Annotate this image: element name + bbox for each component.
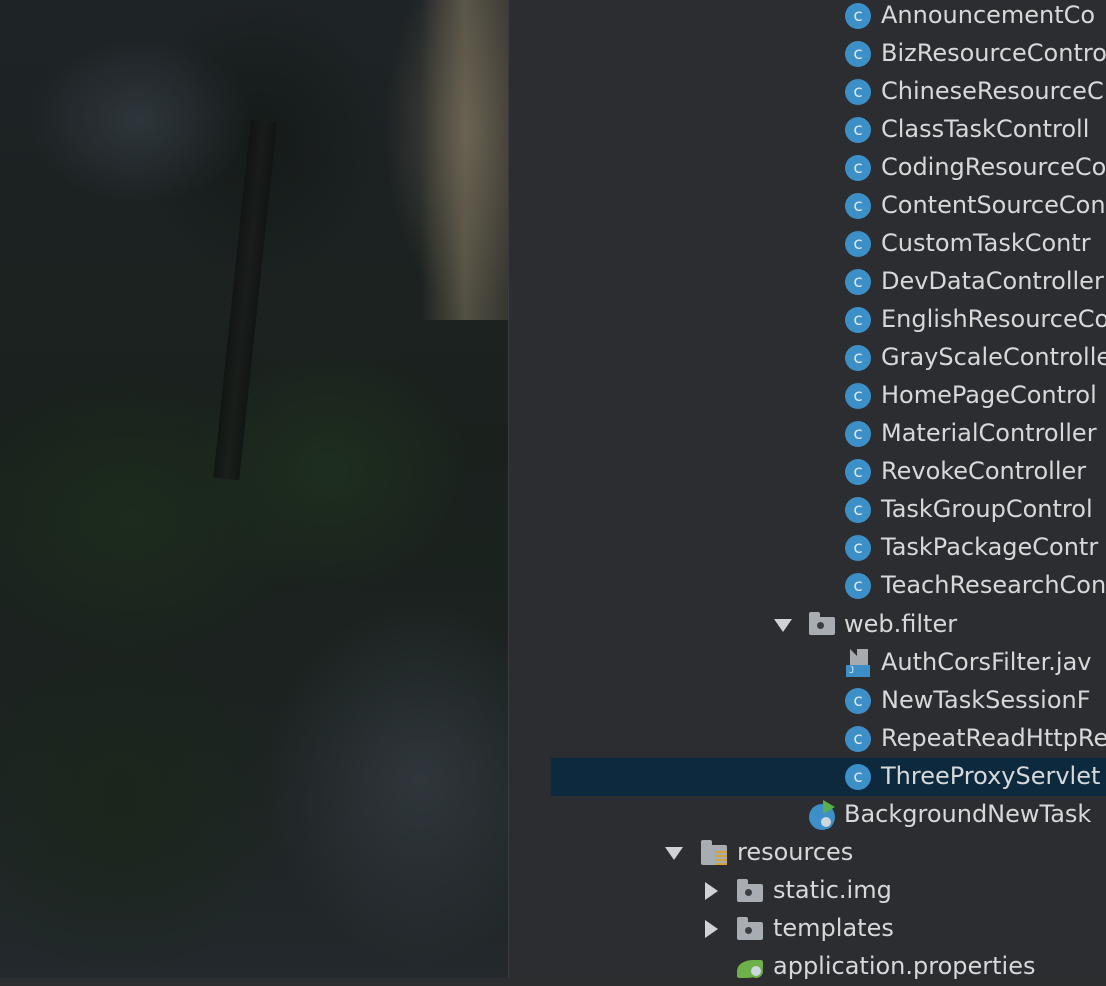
class-icon: c [845, 41, 871, 67]
tree-node-class-file[interactable]: c TeachResearchCon [509, 567, 1106, 605]
tree-node-class-file[interactable]: c BizResourceContro [509, 35, 1106, 73]
tree-node-label: NewTaskSessionF [881, 686, 1091, 714]
wallpaper-tree [213, 119, 277, 481]
tree-node-web-filter[interactable]: web.filter [509, 606, 1106, 644]
class-icon: c [845, 459, 871, 485]
wallpaper-cliff [420, 0, 508, 320]
class-icon: c [845, 573, 871, 599]
tree-node-label: ContentSourceCon [881, 191, 1106, 219]
tree-node-class-file[interactable]: c RevokeController [509, 453, 1106, 491]
tree-node-label: ChineseResourceC [881, 77, 1104, 105]
tree-node-label: TaskGroupControl [881, 495, 1093, 523]
class-icon: c [845, 421, 871, 447]
tree-node-label: MaterialController [881, 419, 1097, 447]
folder-icon [737, 917, 763, 940]
resources-folder-icon [701, 840, 727, 865]
tree-node-filter-file[interactable]: c RepeatReadHttpRe [509, 720, 1106, 758]
tree-node-class-file[interactable]: c HomePageControl [509, 377, 1106, 415]
class-icon: c [845, 193, 871, 219]
class-icon: c [845, 79, 871, 105]
tree-node-filter-file[interactable]: J AuthCorsFilter.jav [509, 644, 1106, 682]
tree-node-label: TeachResearchCon [881, 571, 1106, 599]
class-icon: c [845, 231, 871, 257]
spring-boot-app-icon [809, 800, 839, 830]
java-file-icon: J [846, 649, 870, 677]
tree-node-filter-file[interactable]: c NewTaskSessionF [509, 682, 1106, 720]
tree-node-label: resources [737, 838, 854, 866]
tree-node-label: GrayScaleControlle [881, 343, 1106, 371]
java-badge: J [846, 665, 870, 677]
tree-node-label: CodingResourceCo [881, 153, 1106, 181]
tree-node-class-file[interactable]: c AnnouncementCo [509, 0, 1106, 35]
collapse-arrow-icon[interactable] [705, 920, 718, 938]
tree-node-static-img[interactable]: static.img [509, 872, 1106, 910]
project-tree-panel[interactable]: c AnnouncementCo c BizResourceContro c Chines… [508, 0, 1106, 980]
tree-node-app-class[interactable]: BackgroundNewTask [509, 796, 1106, 834]
class-icon: c [845, 155, 871, 181]
tree-node-label: application.properties [773, 952, 1036, 980]
tree-node-label: ClassTaskControll [881, 115, 1090, 143]
folder-icon [737, 879, 763, 902]
tree-node-class-file[interactable]: c DevDataController [509, 263, 1106, 301]
tree-node-application-properties[interactable]: application.properties [509, 948, 1106, 986]
class-icon: c [845, 117, 871, 143]
class-icon: c [845, 535, 871, 561]
tree-node-label: BizResourceContro [881, 39, 1106, 67]
tree-node-label: static.img [773, 876, 892, 904]
desktop-wallpaper [0, 0, 508, 978]
class-icon: c [845, 383, 871, 409]
class-icon: c [845, 345, 871, 371]
class-icon: c [845, 3, 871, 29]
tree-node-class-file[interactable]: c TaskPackageContr [509, 529, 1106, 567]
package-folder-icon [809, 612, 835, 635]
tree-node-label: DevDataController [881, 267, 1104, 295]
tree-node-class-file[interactable]: c GrayScaleControlle [509, 339, 1106, 377]
tree-node-class-file[interactable]: c ChineseResourceC [509, 73, 1106, 111]
class-icon: c [845, 497, 871, 523]
tree-node-class-file[interactable]: c EnglishResourceCo [509, 301, 1106, 339]
tree-node-resources[interactable]: resources [509, 834, 1106, 872]
class-icon: c [845, 726, 871, 752]
spring-properties-icon [737, 956, 767, 980]
tree-node-class-file[interactable]: c ContentSourceCon [509, 187, 1106, 225]
tree-node-selected[interactable]: c ThreeProxyServlet [551, 758, 1106, 796]
tree-node-label: EnglishResourceCo [881, 305, 1106, 333]
class-icon: c [845, 764, 871, 790]
tree-node-label: BackgroundNewTask [844, 800, 1092, 828]
tree-node-class-file[interactable]: c CustomTaskContr [509, 225, 1106, 263]
tree-node-label: templates [773, 914, 894, 942]
tree-node-label: TaskPackageContr [881, 533, 1099, 561]
tree-node-class-file[interactable]: c MaterialController [509, 415, 1106, 453]
expand-arrow-icon[interactable] [665, 847, 683, 860]
tree-node-label: CustomTaskContr [881, 229, 1091, 257]
class-icon: c [845, 688, 871, 714]
expand-arrow-icon[interactable] [774, 619, 792, 632]
class-icon: c [845, 307, 871, 333]
tree-node-class-file[interactable]: c ClassTaskControll [509, 111, 1106, 149]
tree-node-class-file[interactable]: c TaskGroupControl [509, 491, 1106, 529]
tree-node-label: web.filter [844, 610, 958, 638]
tree-node-class-file[interactable]: c CodingResourceCo [509, 149, 1106, 187]
class-icon: c [845, 269, 871, 295]
tree-node-label: AnnouncementCo [881, 1, 1096, 29]
tree-node-label: AuthCorsFilter.jav [881, 648, 1092, 676]
tree-node-label: ThreeProxyServlet [881, 762, 1101, 790]
tree-node-label: RepeatReadHttpRe [881, 724, 1106, 752]
tree-node-templates[interactable]: templates [509, 910, 1106, 948]
collapse-arrow-icon[interactable] [705, 882, 718, 900]
tree-node-label: HomePageControl [881, 381, 1097, 409]
tree-node-label: RevokeController [881, 457, 1087, 485]
